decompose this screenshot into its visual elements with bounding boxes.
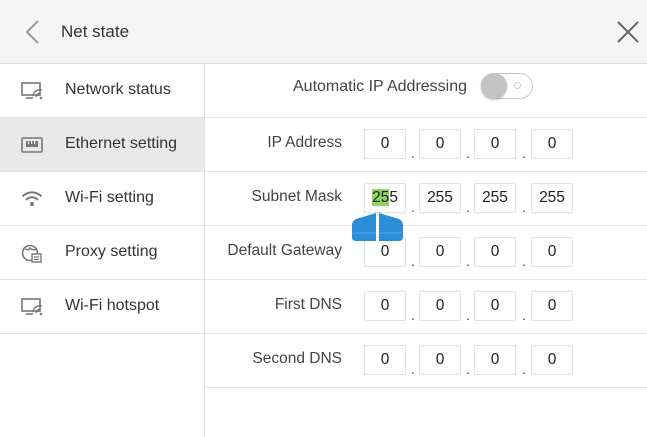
subnet-mask-label: Subnet Mask (251, 188, 342, 205)
unselected-text: 5 (389, 189, 398, 206)
octet-separator: . (411, 199, 415, 215)
sidebar-item-wifi-hotspot[interactable]: Wi-Fi hotspot (0, 280, 204, 334)
octet-separator: . (522, 253, 526, 269)
sidebar: Network status Ethernet setting Wi-Fi se… (0, 64, 205, 437)
subnet-mask-row: Subnet Mask 255 . 255 . 255 . 255 (205, 172, 647, 226)
first-dns-row: First DNS 0 . 0 . 0 . 0 (205, 280, 647, 334)
sidebar-item-network-status[interactable]: Network status (0, 64, 204, 118)
selection-end-handle-icon[interactable] (379, 213, 403, 241)
default-gateway-octet-2[interactable]: 0 (419, 237, 461, 267)
monitor-wifi-icon (21, 298, 43, 316)
second-dns-octet-3[interactable]: 0 (474, 345, 516, 375)
first-dns-label: First DNS (274, 296, 342, 313)
second-dns-octet-4[interactable]: 0 (531, 345, 573, 375)
octet-separator: . (522, 145, 526, 161)
automatic-ip-toggle[interactable] (481, 73, 533, 99)
sidebar-item-label: Wi-Fi hotspot (65, 297, 160, 314)
sidebar-item-proxy-setting[interactable]: Proxy setting (0, 226, 204, 280)
subnet-mask-octet-2[interactable]: 255 (419, 183, 461, 213)
toggle-off-indicator-icon (514, 82, 521, 89)
octet-separator: . (411, 307, 415, 323)
ip-address-octet-4[interactable]: 0 (531, 129, 573, 159)
first-dns-octet-4[interactable]: 0 (531, 291, 573, 321)
sidebar-item-label: Wi-Fi setting (65, 189, 154, 206)
octet-separator: . (411, 253, 415, 269)
octet-separator: . (411, 145, 415, 161)
second-dns-row: Second DNS 0 . 0 . 0 . 0 (205, 334, 647, 388)
octet-separator: . (466, 307, 470, 323)
ip-address-octet-2[interactable]: 0 (419, 129, 461, 159)
page-title: Net state (61, 22, 130, 41)
octet-separator: . (466, 199, 470, 215)
octet-separator: . (522, 199, 526, 215)
sidebar-item-wifi-setting[interactable]: Wi-Fi setting (0, 172, 204, 226)
automatic-ip-row: Automatic IP Addressing (205, 64, 647, 118)
subnet-mask-octet-1[interactable]: 255 (364, 183, 406, 213)
second-dns-label: Second DNS (252, 350, 342, 367)
second-dns-octet-1[interactable]: 0 (364, 345, 406, 375)
ethernet-port-icon (21, 137, 43, 153)
globe-proxy-icon (21, 244, 42, 263)
automatic-ip-label: Automatic IP Addressing (293, 78, 468, 95)
default-gateway-octet-4[interactable]: 0 (531, 237, 573, 267)
octet-separator: . (466, 361, 470, 377)
monitor-wifi-icon (21, 82, 43, 100)
octet-separator: . (522, 361, 526, 377)
toggle-knob (481, 73, 507, 99)
ip-address-octet-3[interactable]: 0 (474, 129, 516, 159)
octet-separator: . (466, 145, 470, 161)
default-gateway-octet-1[interactable]: 0 (364, 237, 406, 267)
ip-address-octet-1[interactable]: 0 (364, 129, 406, 159)
octet-separator: . (411, 361, 415, 377)
octet-separator: . (522, 307, 526, 323)
sidebar-item-label: Network status (65, 81, 171, 98)
title-bar: Net state (0, 0, 647, 64)
default-gateway-row: Default Gateway 0 . 0 . 0 . 0 (205, 226, 647, 280)
text-selection-highlight: 25 (372, 189, 390, 206)
subnet-mask-octet-4[interactable]: 255 (531, 183, 573, 213)
ethernet-settings-panel: Automatic IP Addressing IP Address 0 . 0… (205, 64, 647, 437)
sidebar-item-ethernet-setting[interactable]: Ethernet setting (0, 118, 204, 172)
ip-address-row: IP Address 0 . 0 . 0 . 0 (205, 118, 647, 172)
subnet-mask-octet-3[interactable]: 255 (474, 183, 516, 213)
first-dns-octet-3[interactable]: 0 (474, 291, 516, 321)
first-dns-octet-1[interactable]: 0 (364, 291, 406, 321)
sidebar-item-label: Ethernet setting (65, 135, 178, 152)
wifi-icon (21, 191, 43, 206)
first-dns-octet-2[interactable]: 0 (419, 291, 461, 321)
selection-start-handle-icon[interactable] (352, 213, 376, 241)
second-dns-octet-2[interactable]: 0 (419, 345, 461, 375)
octet-separator: . (466, 253, 470, 269)
sidebar-item-label: Proxy setting (65, 243, 158, 260)
default-gateway-octet-3[interactable]: 0 (474, 237, 516, 267)
default-gateway-label: Default Gateway (227, 242, 342, 259)
back-chevron-icon[interactable] (18, 16, 48, 48)
close-icon[interactable] (612, 16, 644, 48)
ip-address-label: IP Address (267, 134, 342, 151)
